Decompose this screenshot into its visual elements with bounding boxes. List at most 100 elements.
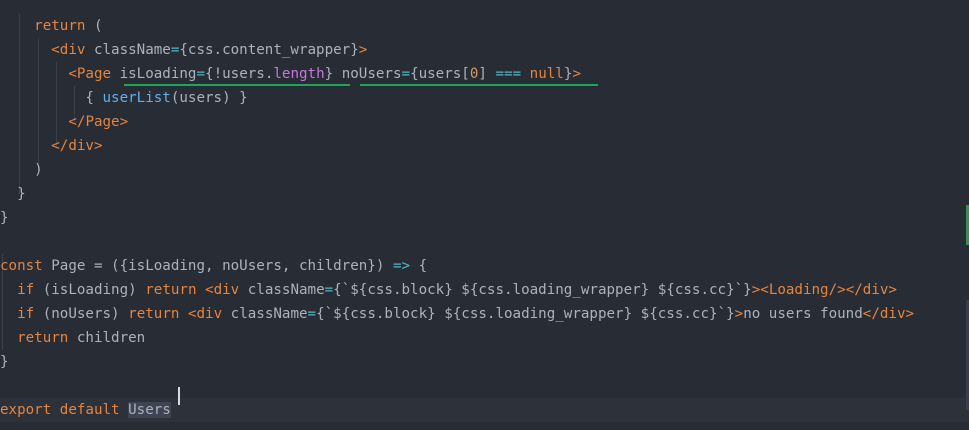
code-token: > bbox=[572, 66, 581, 82]
code-line[interactable]: } bbox=[0, 350, 969, 374]
code-token: null bbox=[529, 66, 564, 82]
code-token: {`${css.block} ${css.loading_wrapper} ${… bbox=[316, 306, 735, 322]
code-token: </ bbox=[845, 282, 863, 298]
code-token: ] bbox=[478, 66, 496, 82]
code-token: Page bbox=[85, 114, 120, 130]
code-token: div bbox=[213, 282, 240, 298]
code-line[interactable]: export default Users bbox=[0, 398, 969, 422]
code-token: noUsers bbox=[333, 66, 402, 82]
code-line[interactable]: <div className={css.content_wrapper}> bbox=[0, 38, 969, 62]
code-token: > bbox=[905, 306, 915, 322]
code-token: > bbox=[93, 138, 103, 154]
code-line[interactable]: if (isLoading) return <div className={`$… bbox=[0, 278, 969, 302]
code-token: className bbox=[85, 42, 171, 58]
code-token: div bbox=[196, 306, 223, 322]
code-line[interactable]: return ( bbox=[0, 14, 969, 38]
code-token: isLoading bbox=[111, 66, 197, 82]
code-token: => bbox=[392, 258, 411, 274]
code-token: </ bbox=[68, 114, 86, 130]
code-token: const bbox=[0, 258, 43, 274]
code-token: = bbox=[324, 282, 334, 298]
code-token: {!users. bbox=[205, 66, 274, 82]
code-token: className bbox=[222, 306, 308, 322]
code-token: if bbox=[17, 306, 35, 322]
code-token: (noUsers) bbox=[34, 306, 129, 322]
code-line[interactable]: </div> bbox=[0, 134, 969, 158]
code-line[interactable]: if (noUsers) return <div className={`${c… bbox=[0, 302, 969, 326]
code-token: = bbox=[307, 306, 317, 322]
code-token: Page = ({isLoading, noUsers, children}) bbox=[42, 258, 393, 274]
code-token: if bbox=[17, 282, 35, 298]
code-line[interactable]: } bbox=[0, 206, 969, 230]
code-token: } bbox=[0, 186, 26, 202]
code-token: return bbox=[128, 306, 180, 322]
code-token: < bbox=[205, 282, 214, 298]
code-token: {users[ bbox=[410, 66, 470, 82]
code-token: Page bbox=[76, 66, 112, 82]
code-token: = bbox=[401, 66, 411, 82]
code-line[interactable]: ) bbox=[0, 158, 969, 182]
code-token: {css.content_wrapper} bbox=[179, 42, 359, 58]
code-line[interactable]: <Page isLoading={!users.length} noUsers=… bbox=[0, 62, 969, 86]
code-token: > bbox=[751, 282, 761, 298]
code-token: < bbox=[51, 42, 60, 58]
code-token: className bbox=[239, 282, 325, 298]
code-line[interactable]: </Page> bbox=[0, 110, 969, 134]
code-token: no users found bbox=[743, 306, 863, 322]
code-token: < bbox=[760, 282, 769, 298]
code-token: return bbox=[145, 282, 197, 298]
code-token: return bbox=[34, 18, 86, 34]
code-line[interactable] bbox=[0, 230, 969, 254]
code-line[interactable] bbox=[0, 374, 969, 398]
code-line[interactable]: } bbox=[0, 182, 969, 206]
code-token: userList bbox=[102, 90, 171, 106]
code-line[interactable]: const Page = ({isLoading, noUsers, child… bbox=[0, 254, 969, 278]
code-token: default bbox=[59, 402, 120, 418]
code-token: = bbox=[196, 66, 206, 82]
code-token: (users) } bbox=[170, 90, 248, 106]
lint-warning-underline bbox=[124, 84, 350, 86]
code-token: Users bbox=[128, 402, 171, 418]
code-token: div bbox=[879, 306, 906, 322]
lint-warning-underline bbox=[360, 84, 598, 86]
code-token: /> bbox=[828, 282, 846, 298]
code-token: children bbox=[68, 330, 146, 346]
code-token: < bbox=[68, 66, 77, 82]
code-line[interactable]: { userList(users) } bbox=[0, 86, 969, 110]
text-cursor bbox=[178, 387, 180, 405]
code-token: Loading bbox=[768, 282, 829, 298]
code-token: ( bbox=[85, 18, 103, 34]
code-token: > bbox=[734, 306, 744, 322]
code-token: } bbox=[0, 210, 9, 226]
code-token: div bbox=[68, 138, 94, 154]
code-token: return bbox=[17, 330, 69, 346]
code-token: > bbox=[888, 282, 897, 298]
code-editor[interactable]: return ( <div className={css.content_wra… bbox=[0, 0, 969, 430]
code-token: </ bbox=[862, 306, 880, 322]
code-token: length bbox=[273, 66, 325, 82]
code-token: {`${css.block} ${css.loading_wrapper} ${… bbox=[333, 282, 752, 298]
code-token: ) bbox=[0, 162, 43, 178]
code-line[interactable]: return children bbox=[0, 326, 969, 350]
code-token: export bbox=[0, 402, 52, 418]
code-token: > bbox=[119, 114, 129, 130]
code-token: div bbox=[59, 42, 86, 58]
code-token: </ bbox=[51, 138, 69, 154]
code-token: { bbox=[0, 90, 103, 106]
code-token: { bbox=[410, 258, 428, 274]
code-token: < bbox=[187, 306, 197, 322]
code-token: === bbox=[495, 66, 522, 82]
